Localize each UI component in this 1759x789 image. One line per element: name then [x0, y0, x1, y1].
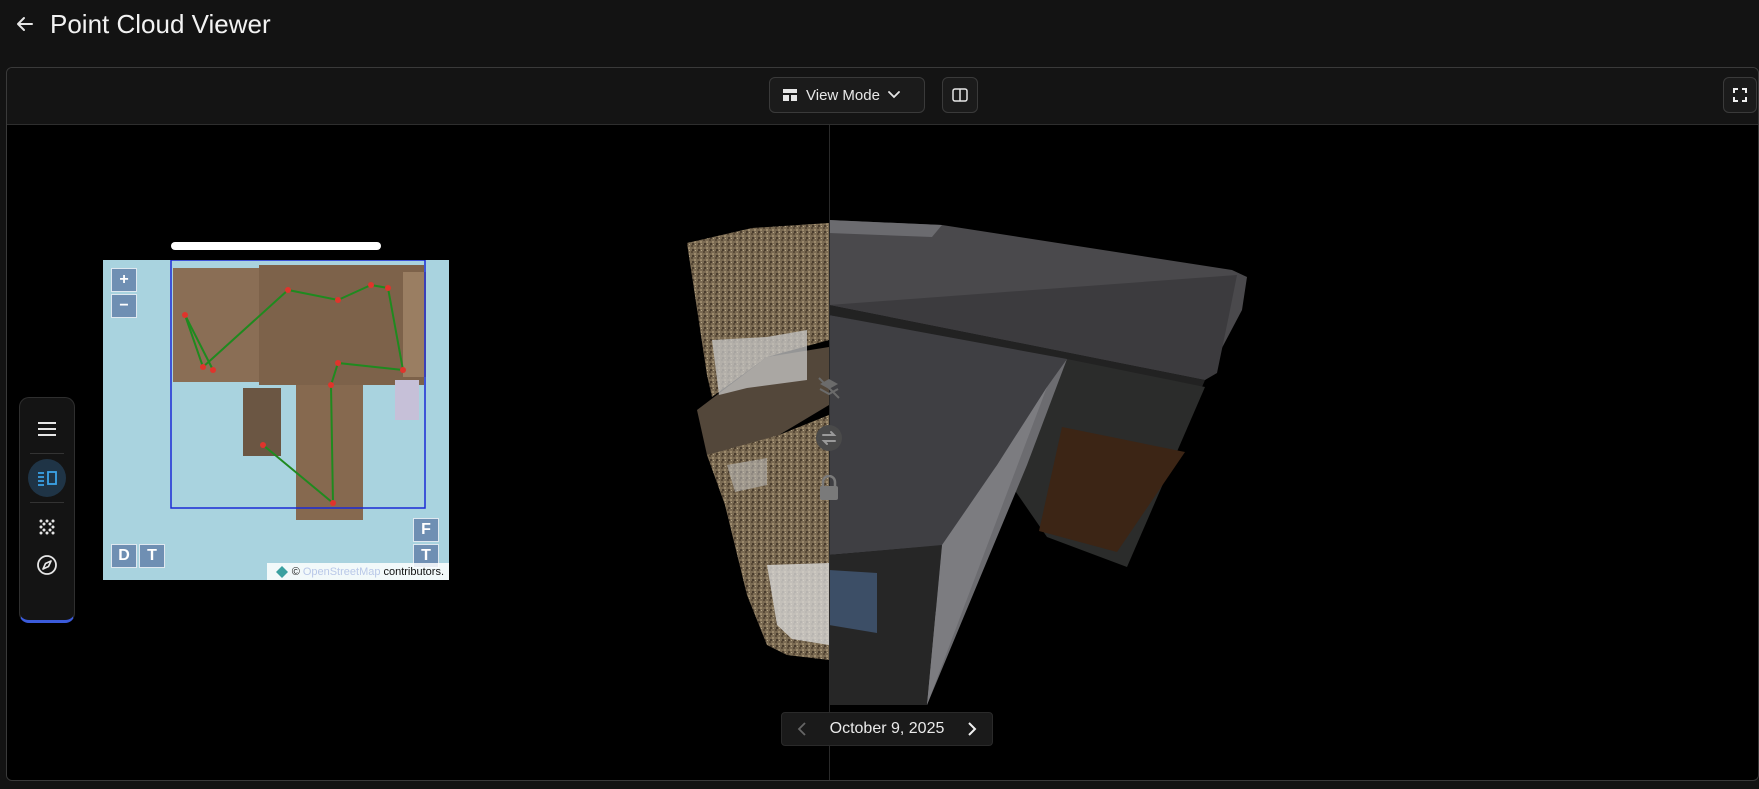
chevron-down-icon — [888, 91, 900, 99]
minimap-drag-handle[interactable] — [171, 242, 381, 250]
sidebar-divider — [30, 453, 64, 454]
menu-icon — [38, 422, 56, 436]
point-cloud-icon — [39, 519, 55, 535]
map-zoom-in-button[interactable]: + — [111, 268, 137, 292]
point-cloud-render — [687, 223, 829, 660]
lock-button[interactable] — [811, 470, 847, 506]
view-mode-dropdown[interactable]: View Mode — [769, 77, 925, 113]
fullscreen-icon — [1733, 88, 1747, 102]
viewer-toolbar: View Mode — [7, 68, 1758, 125]
previous-date-button[interactable] — [792, 719, 812, 739]
arrow-left-icon — [17, 17, 33, 31]
view-mode-label: View Mode — [806, 86, 880, 104]
split-view-icon — [952, 88, 968, 102]
page-title: Point Cloud Viewer — [50, 9, 271, 39]
viewer-viewport[interactable]: + − D T F T © OpenStreetMap contributors… — [7, 125, 1758, 780]
sidebar-point-cloud-button[interactable] — [28, 508, 66, 546]
split-view-button[interactable] — [942, 77, 978, 113]
fullscreen-button[interactable] — [1723, 77, 1757, 113]
map-zoom-out-button[interactable]: − — [111, 294, 137, 318]
split-layout-icon — [38, 471, 57, 486]
sidebar-split-layout-button[interactable] — [28, 459, 66, 497]
compass-icon — [37, 555, 57, 575]
map-attribution: © OpenStreetMap contributors. — [266, 563, 449, 580]
chevron-left-icon — [797, 722, 806, 736]
sidebar-menu-button[interactable] — [28, 410, 66, 448]
map-d-button[interactable]: D — [111, 544, 137, 568]
attribution-suffix: contributors. — [383, 565, 444, 578]
lock-icon — [820, 475, 838, 500]
osm-link[interactable]: OpenStreetMap — [303, 566, 381, 578]
layers-off-icon — [818, 377, 840, 399]
sidebar-compass-button[interactable] — [28, 546, 66, 584]
next-date-button[interactable] — [962, 719, 982, 739]
top-bar: Point Cloud Viewer — [0, 0, 1759, 66]
attribution-prefix: © — [291, 565, 300, 578]
map-logo-icon — [275, 565, 288, 578]
map-t-button[interactable]: T — [139, 544, 165, 568]
layout-icon — [783, 89, 797, 101]
tool-sidebar — [19, 397, 75, 623]
swap-icon — [816, 425, 842, 451]
date-navigator: October 9, 2025 — [781, 712, 993, 746]
sidebar-divider — [30, 502, 64, 503]
mesh-model-render — [829, 220, 1247, 705]
floorplan-rooms — [173, 265, 426, 520]
minimap[interactable]: + − D T F T © OpenStreetMap contributors… — [103, 260, 449, 580]
current-date: October 9, 2025 — [829, 720, 945, 737]
floorplan-map — [170, 260, 426, 520]
back-button[interactable] — [14, 12, 36, 36]
chevron-right-icon — [968, 722, 977, 736]
map-f-button[interactable]: F — [413, 518, 439, 542]
layers-toggle-button[interactable] — [811, 370, 847, 406]
swap-button[interactable] — [811, 420, 847, 456]
viewer-panel: View Mode + − D T F T © OpenStreetMap co… — [6, 67, 1759, 781]
